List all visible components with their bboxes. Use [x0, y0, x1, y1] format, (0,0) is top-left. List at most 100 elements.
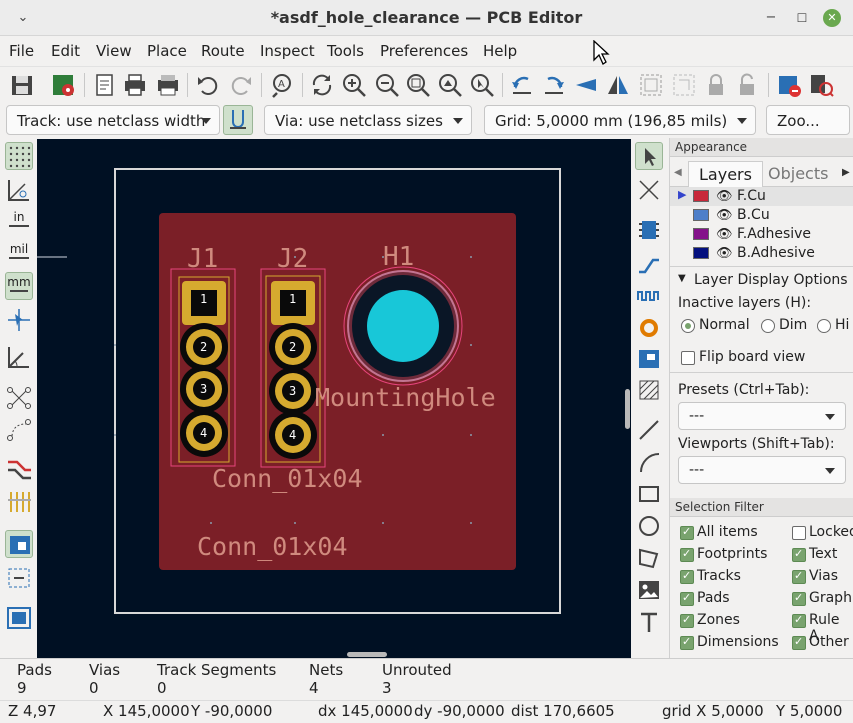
net-inspector-icon[interactable]	[5, 564, 33, 592]
menu-help[interactable]: Help	[483, 42, 517, 60]
flip-icon[interactable]	[572, 71, 600, 99]
appearance-panel-icon[interactable]	[5, 604, 33, 632]
rule-area-icon[interactable]	[635, 376, 663, 404]
maximize-icon[interactable]: ☐	[793, 9, 811, 27]
rotate-cw-icon[interactable]	[540, 71, 568, 99]
plot-icon[interactable]	[154, 71, 182, 99]
flip-board-checkbox[interactable]	[681, 351, 695, 365]
show-tracks-icon[interactable]	[5, 454, 33, 482]
inactive-normal-radio[interactable]	[681, 319, 695, 333]
zoom-selection-icon[interactable]	[468, 71, 496, 99]
menu-preferences[interactable]: Preferences	[380, 42, 468, 60]
inactive-dim-radio[interactable]	[761, 319, 775, 333]
menu-place[interactable]: Place	[147, 42, 187, 60]
draw-circle-icon[interactable]	[635, 512, 663, 540]
inactive-hide-radio[interactable]	[817, 319, 831, 333]
zoom-fit-icon[interactable]	[404, 71, 432, 99]
layer-color-swatch[interactable]	[693, 247, 709, 259]
filter-checkbox[interactable]	[792, 635, 806, 650]
tune-length-icon[interactable]	[635, 282, 663, 310]
minimize-icon[interactable]: −	[762, 9, 780, 27]
add-text-icon[interactable]	[635, 608, 663, 636]
layer-color-swatch[interactable]	[693, 209, 709, 221]
visibility-eye-icon[interactable]: 👁	[716, 208, 733, 223]
layer-display-options-toggle[interactable]: Layer Display Options	[694, 272, 848, 288]
filter-checkbox[interactable]	[680, 613, 694, 628]
collapse-arrow-icon[interactable]: ▼	[678, 273, 686, 284]
show-pads-icon[interactable]	[5, 488, 33, 516]
zoom-objects-icon[interactable]	[436, 71, 464, 99]
local-ratsnest-icon[interactable]	[635, 176, 663, 204]
menu-inspect[interactable]: Inspect	[260, 42, 315, 60]
layer-color-swatch[interactable]	[693, 228, 709, 240]
update-pcb-icon[interactable]	[775, 71, 803, 99]
vertical-scrollbar[interactable]	[625, 389, 630, 429]
menu-file[interactable]: File	[9, 42, 34, 60]
track-width-select[interactable]: Track: use netclass width	[6, 105, 220, 135]
high-contrast-icon[interactable]	[5, 530, 33, 558]
auto-track-width-button[interactable]	[223, 105, 253, 135]
draw-line-icon[interactable]	[635, 416, 663, 444]
tab-layers[interactable]: Layers	[688, 161, 763, 187]
group-icon[interactable]	[637, 71, 665, 99]
drc-icon[interactable]	[807, 71, 835, 99]
pcb-canvas[interactable]: 1 2 3 4 1 2 3 4 J1 J2 H1 MountingHole Co…	[37, 139, 631, 658]
filter-checkbox[interactable]	[680, 525, 694, 540]
tab-objects[interactable]: Objects	[758, 161, 838, 187]
filter-checkbox[interactable]	[792, 547, 806, 562]
polar-coords-icon[interactable]	[5, 176, 33, 204]
add-via-icon[interactable]	[635, 314, 663, 342]
filter-checkbox[interactable]	[792, 569, 806, 584]
draw-arc-icon[interactable]	[635, 448, 663, 476]
units-mm-button[interactable]: mm	[5, 272, 33, 300]
filter-checkbox[interactable]	[680, 591, 694, 606]
redo-icon[interactable]	[227, 71, 255, 99]
presets-select[interactable]: ---	[678, 402, 846, 430]
ungroup-icon[interactable]	[670, 71, 698, 99]
visibility-eye-icon[interactable]: 👁	[716, 189, 733, 204]
menu-route[interactable]: Route	[201, 42, 245, 60]
cursor-crosshair-icon[interactable]	[5, 306, 33, 334]
filter-checkbox[interactable]	[680, 547, 694, 562]
filter-checkbox[interactable]	[792, 526, 806, 540]
menu-tools[interactable]: Tools	[327, 42, 364, 60]
add-image-icon[interactable]	[635, 576, 663, 604]
track-angle-icon[interactable]	[5, 343, 33, 371]
find-icon[interactable]: A	[268, 71, 296, 99]
rotate-ccw-icon[interactable]	[508, 71, 536, 99]
page-settings-icon[interactable]	[90, 71, 118, 99]
visibility-eye-icon[interactable]: 👁	[716, 246, 733, 261]
filter-checkbox[interactable]	[680, 635, 694, 650]
draw-polygon-icon[interactable]	[635, 544, 663, 572]
lock-icon[interactable]	[702, 71, 730, 99]
board-setup-icon[interactable]	[50, 71, 78, 99]
grid-toggle-icon[interactable]	[5, 142, 33, 170]
add-zone-icon[interactable]	[635, 344, 663, 372]
horizontal-scrollbar[interactable]	[347, 652, 387, 657]
tab-scroll-left-icon[interactable]: ◀	[674, 167, 682, 178]
close-icon[interactable]: ✕	[823, 9, 841, 27]
filter-checkbox[interactable]	[680, 569, 694, 584]
layer-row-fadhesive[interactable]: 👁 F.Adhesive	[670, 225, 853, 244]
units-mil-button[interactable]: mil	[5, 240, 33, 268]
mirror-icon[interactable]	[604, 71, 632, 99]
curved-ratsnest-icon[interactable]	[5, 416, 33, 444]
select-arrow-icon[interactable]	[635, 142, 663, 170]
viewports-select[interactable]: ---	[678, 456, 846, 484]
layer-row-badhesive[interactable]: 👁 B.Adhesive	[670, 244, 853, 263]
layer-color-swatch[interactable]	[693, 190, 709, 202]
draw-rectangle-icon[interactable]	[635, 480, 663, 508]
via-size-select[interactable]: Via: use netclass sizes	[264, 105, 472, 135]
units-inch-button[interactable]: in	[5, 208, 33, 236]
menu-edit[interactable]: Edit	[51, 42, 80, 60]
print-icon[interactable]	[121, 71, 149, 99]
grid-select[interactable]: Grid: 5,0000 mm (196,85 mils)	[484, 105, 756, 135]
save-icon[interactable]	[8, 71, 36, 99]
filter-checkbox[interactable]	[792, 613, 806, 628]
menu-view[interactable]: View	[96, 42, 132, 60]
ratsnest-icon[interactable]	[5, 384, 33, 412]
visibility-eye-icon[interactable]: 👁	[716, 227, 733, 242]
route-track-icon[interactable]	[635, 250, 663, 278]
layer-row-fcu[interactable]: ▶ 👁 F.Cu	[670, 187, 853, 206]
layer-row-bcu[interactable]: 👁 B.Cu	[670, 206, 853, 225]
